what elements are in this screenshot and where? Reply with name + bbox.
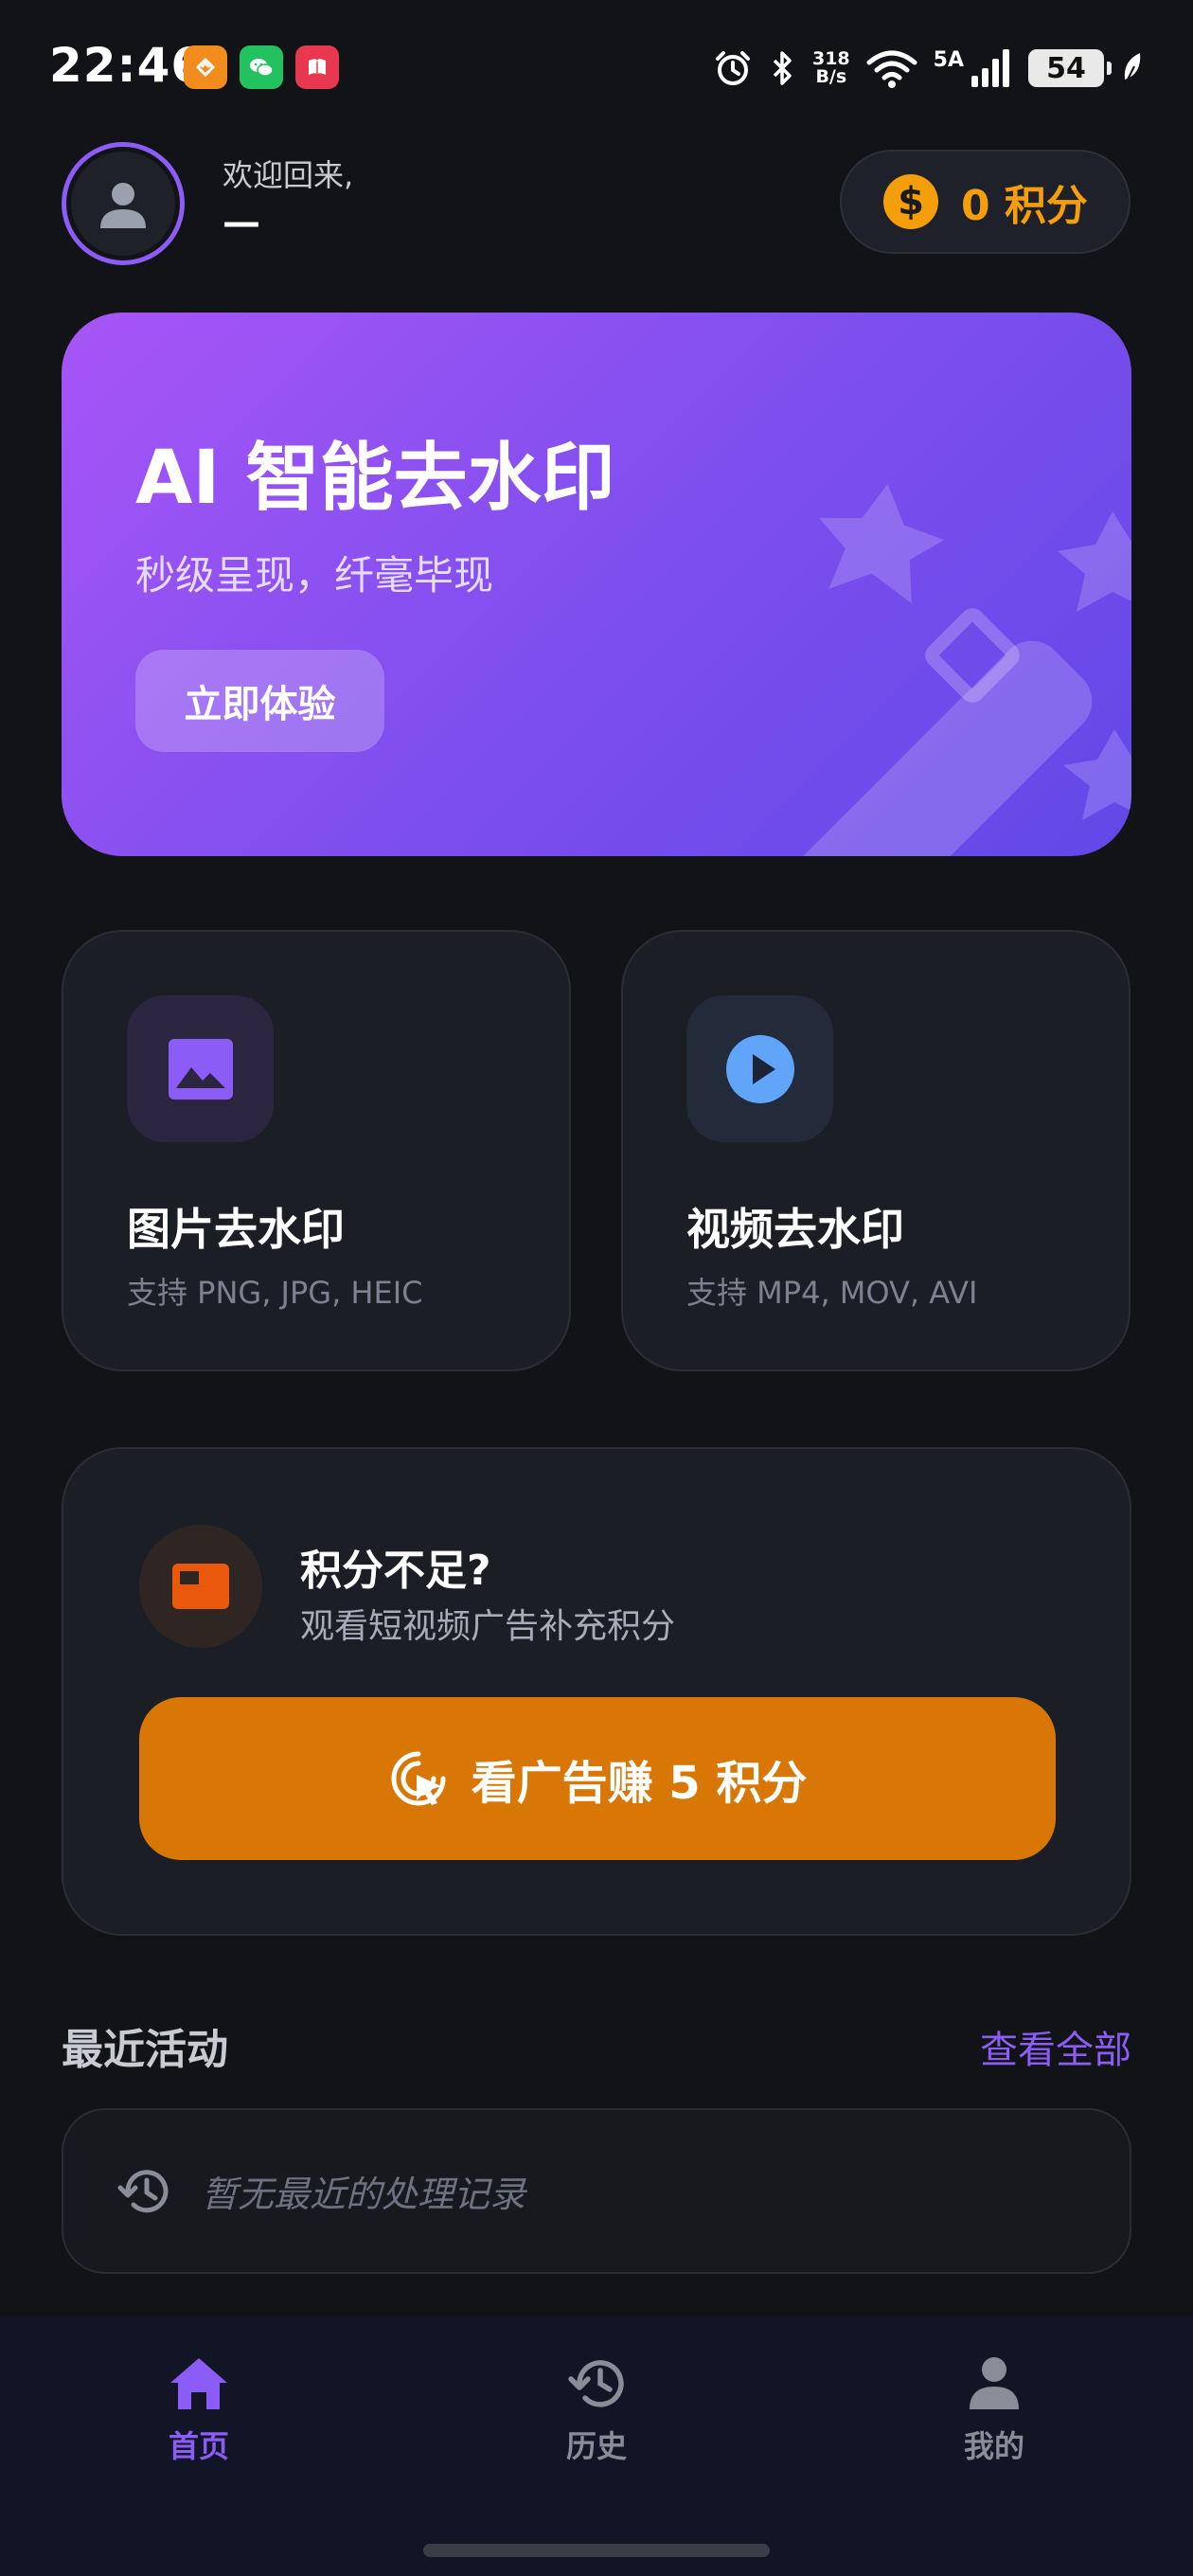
ad-reward-card: 积分不足? 观看短视频广告补充积分 看广告赚 5 积分 [62, 1447, 1131, 1936]
orange-app-icon [184, 45, 227, 89]
battery-icon: 54 [1028, 49, 1112, 87]
ad-title: 积分不足? [300, 1547, 491, 1595]
history-icon [568, 2360, 624, 2407]
status-bar: 22:46 318 B/s 5A 54 [0, 0, 1193, 133]
try-now-button[interactable]: 立即体验 [135, 650, 384, 752]
signal-icon [971, 49, 1009, 87]
username: — [223, 201, 260, 244]
wechat-icon [240, 45, 283, 89]
feature-subtitle: 支持 PNG, JPG, HEIC [127, 1275, 423, 1311]
nav-label: 我的 [963, 2428, 1024, 2464]
home-icon [170, 2358, 227, 2409]
video-ad-icon [172, 1564, 229, 1609]
bluetooth-icon [773, 51, 792, 85]
net-speed: 318 B/s [811, 48, 850, 87]
watch-ad-label: 看广告赚 5 积分 [471, 1757, 808, 1810]
recent-title: 最近活动 [62, 2026, 228, 2074]
watch-ad-button[interactable]: 看广告赚 5 积分 [139, 1697, 1056, 1860]
feature-title: 视频去水印 [686, 1204, 904, 1255]
feature-subtitle: 支持 MP4, MOV, AVI [686, 1275, 978, 1311]
network-type: 5A [933, 47, 964, 72]
status-time: 22:46 [49, 38, 205, 93]
view-all-link[interactable]: 查看全部 [980, 2019, 1131, 2074]
ad-subtitle: 观看短视频广告补充积分 [300, 1607, 676, 1646]
nav-profile[interactable]: 我的 [899, 2354, 1089, 2466]
points-badge[interactable]: $ 0 积分 [840, 150, 1131, 254]
feature-title: 图片去水印 [127, 1204, 345, 1255]
hero-title: AI 智能去水印 [135, 436, 615, 521]
nav-label: 首页 [168, 2428, 229, 2464]
recent-empty-state: 暂无最近的处理记录 [62, 2108, 1131, 2274]
avatar[interactable] [62, 142, 185, 265]
person-icon [100, 183, 146, 228]
nav-history[interactable]: 历史 [502, 2354, 691, 2466]
empty-message: 暂无最近的处理记录 [202, 2174, 526, 2215]
tap-icon [391, 1751, 446, 1806]
image-icon [168, 1038, 233, 1100]
image-watermark-card[interactable]: 图片去水印 支持 PNG, JPG, HEIC [62, 930, 571, 1371]
nav-home[interactable]: 首页 [104, 2354, 294, 2466]
leaf-icon [1124, 53, 1141, 86]
welcome-text: 欢迎回来, [223, 157, 354, 193]
coin-icon: $ [883, 174, 938, 229]
person-icon [970, 2357, 1019, 2409]
nav-label: 历史 [565, 2428, 627, 2464]
hero-subtitle: 秒级呈现，纤毫毕现 [135, 552, 494, 599]
history-icon [117, 2169, 169, 2212]
points-value: 0 积分 [961, 182, 1088, 230]
home-indicator[interactable] [423, 2544, 770, 2557]
play-icon [725, 1034, 794, 1103]
status-icons: 318 B/s 5A 54 [712, 42, 1146, 95]
video-watermark-card[interactable]: 视频去水印 支持 MP4, MOV, AVI [621, 930, 1131, 1371]
alarm-icon [715, 51, 750, 85]
wifi-icon [866, 50, 917, 88]
red-app-icon [295, 45, 339, 89]
hero-banner[interactable]: AI 智能去水印 秒级呈现，纤毫毕现 立即体验 [62, 313, 1131, 856]
bottom-nav: 首页 历史 我的 [0, 2317, 1193, 2576]
